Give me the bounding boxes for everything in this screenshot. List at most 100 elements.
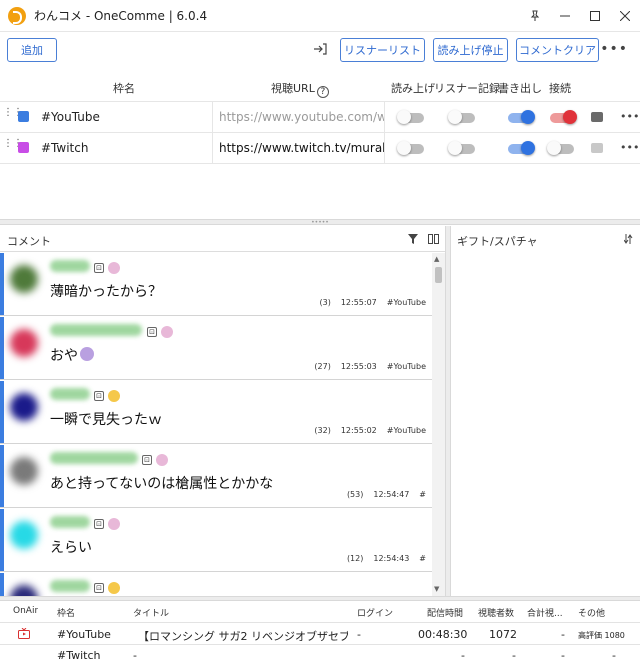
comment-meta: (3) 12:55:07 #YouTube: [309, 298, 426, 307]
col-url: 視聴URL?: [271, 80, 329, 98]
filter-icon[interactable]: [408, 234, 418, 244]
scroll-thumb[interactable]: [435, 267, 442, 283]
window-controls: [520, 0, 640, 32]
comment-text: えらい: [50, 540, 92, 556]
listener-toggle[interactable]: [448, 110, 475, 124]
add-button[interactable]: 追加: [7, 38, 57, 62]
stop-reading-button[interactable]: 読み上げ停止: [433, 38, 508, 62]
more-menu-button[interactable]: •••: [600, 41, 628, 57]
comment-time: 12:54:47: [373, 490, 410, 499]
status-col-title: タイトル: [133, 609, 170, 619]
frame-name[interactable]: #Twitch: [41, 141, 88, 155]
scroll-up-arrow-icon[interactable]: ▲: [434, 255, 439, 263]
comment-item[interactable]: ⊡ あと持ってないのは槍属性とかかな (53) 12:54:47 #: [0, 445, 432, 508]
username-blurred: [50, 324, 142, 336]
frame-row-youtube: ⋮⋮ #YouTube https://www.youtube.com/watc…: [0, 101, 640, 133]
chat-icon[interactable]: [591, 143, 603, 153]
service-bar: [0, 317, 4, 379]
frame-url-input[interactable]: https://www.twitch.tv/murakami: [212, 133, 385, 164]
hand-emote-icon: [108, 582, 120, 594]
connect-toggle[interactable]: [547, 141, 574, 155]
emote-icon: [108, 518, 120, 530]
comment-meta: (27) 12:55:03 #YouTube: [304, 362, 426, 371]
status-row-title: 【ロマンシング サガ2 リベンジオブザセブン】: [138, 630, 348, 643]
status-row-duration: -: [461, 649, 465, 662]
status-row-name: #Twitch: [57, 649, 101, 662]
comment-meta: (53) 12:54:47 #: [337, 490, 426, 499]
write-toggle[interactable]: [508, 141, 535, 155]
status-row-other: 高評価 1080: [578, 631, 625, 640]
clear-comments-button[interactable]: コメントクリア: [516, 38, 599, 62]
comment-time: 12:55:07: [340, 298, 377, 307]
drag-handle-icon[interactable]: ⋮⋮: [3, 108, 23, 123]
vertical-splitter[interactable]: [445, 226, 451, 597]
read-toggle[interactable]: [397, 110, 424, 124]
status-row-title: -: [133, 649, 137, 662]
service-bar: [0, 253, 4, 315]
app-logo-icon: [8, 6, 26, 25]
columns-icon[interactable]: [428, 234, 439, 244]
avatar: [10, 393, 38, 421]
avatar: [10, 329, 38, 357]
frame-color-swatch[interactable]: [18, 111, 29, 122]
comment-item[interactable]: ⊡ 薄暗かったから？ (3) 12:55:07 #YouTube: [0, 253, 432, 316]
toolbar: 追加 リスナーリスト 読み上げ停止 コメントクリア •••: [0, 33, 640, 69]
comment-item[interactable]: ⊡ 一瞬で見失ったｗ (32) 12:55:02 #YouTube: [0, 381, 432, 444]
status-row-viewers: -: [512, 649, 516, 662]
help-icon[interactable]: ?: [316, 86, 329, 98]
avatar: [10, 265, 38, 293]
service-bar: [0, 445, 4, 507]
service-bar: [0, 381, 4, 443]
avatar: [10, 457, 38, 485]
listener-toggle[interactable]: [448, 141, 475, 155]
comment-item[interactable]: ⊡ えらい (12) 12:54:43 #: [0, 509, 432, 572]
exit-icon[interactable]: [312, 41, 328, 57]
minimize-button[interactable]: [550, 0, 580, 32]
close-button[interactable]: [610, 0, 640, 32]
pin-icon[interactable]: [520, 0, 550, 32]
scroll-down-arrow-icon[interactable]: ▼: [434, 585, 439, 593]
drag-handle-icon[interactable]: ⋮⋮: [3, 139, 23, 154]
col-name: 枠名: [113, 82, 135, 95]
member-badge-icon: ⊡: [142, 455, 152, 465]
row-more-button[interactable]: •••: [620, 141, 639, 154]
emote-icon: [108, 262, 120, 274]
member-badge-icon: ⊡: [94, 519, 104, 529]
status-row-viewers: 1072: [489, 628, 517, 641]
member-badge-icon: ⊡: [94, 263, 104, 273]
comment-text: おや: [50, 348, 78, 364]
username-blurred: [50, 516, 90, 528]
maximize-button[interactable]: [580, 0, 610, 32]
comment-service: #YouTube: [386, 298, 426, 307]
col-write: 書き出し: [498, 82, 542, 95]
read-toggle[interactable]: [397, 141, 424, 155]
member-badge-icon: ⊡: [94, 583, 104, 593]
username-blurred: [50, 580, 90, 592]
status-row-other: -: [612, 649, 616, 662]
comment-text: 薄暗かったから？: [50, 284, 162, 300]
comment-item[interactable]: ⊡ おや (27) 12:55:03 #YouTube: [0, 317, 432, 380]
comments-scrollbar[interactable]: ▲ ▼: [432, 253, 445, 597]
status-col-total: 合計視...: [527, 609, 563, 619]
emote-icon: [161, 326, 173, 338]
listener-list-button[interactable]: リスナーリスト: [340, 38, 425, 62]
connect-toggle[interactable]: [550, 110, 577, 124]
comment-time: 12:54:43: [373, 554, 410, 563]
comment-item[interactable]: ⊡: [0, 573, 432, 597]
chat-icon[interactable]: [591, 112, 603, 122]
write-toggle[interactable]: [508, 110, 535, 124]
status-col-other: その他: [578, 609, 606, 619]
status-col-duration: 配信時間: [427, 609, 464, 619]
member-badge-icon: ⊡: [147, 327, 157, 337]
comment-meta: (32) 12:55:02 #YouTube: [304, 426, 426, 435]
service-bar: [0, 509, 4, 571]
sort-icon[interactable]: [624, 234, 633, 244]
stream-status-table: OnAir 枠名 タイトル ログイン 配信時間 視聴者数 合計視... その他 …: [0, 601, 640, 670]
row-more-button[interactable]: •••: [620, 110, 639, 123]
horizontal-splitter[interactable]: •••••: [0, 219, 640, 226]
comment-time: 12:55:02: [340, 426, 377, 435]
comments-panel-header: コメント: [0, 226, 445, 252]
frame-url-input[interactable]: https://www.youtube.com/watch: [212, 102, 385, 133]
frame-color-swatch[interactable]: [18, 142, 29, 153]
frame-name[interactable]: #YouTube: [41, 110, 100, 124]
